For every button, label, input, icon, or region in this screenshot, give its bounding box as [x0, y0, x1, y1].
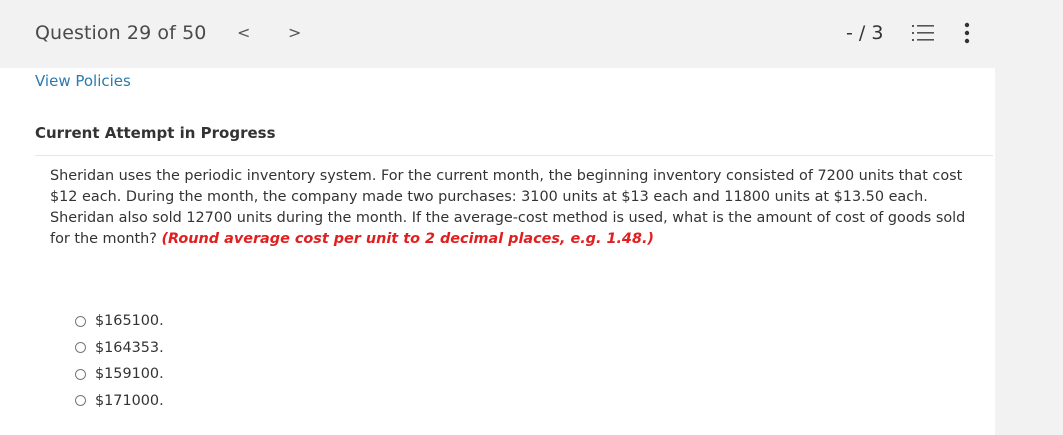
answer-option-4[interactable]: $171000.: [75, 388, 164, 415]
option-label: $165100.: [95, 313, 164, 330]
answer-options: $165100. $164353. $159100. $171000.: [75, 308, 164, 414]
rounding-hint: (Round average cost per unit to 2 decima…: [161, 231, 654, 247]
list-numbered-icon[interactable]: [912, 24, 934, 42]
radio-button[interactable]: [75, 342, 86, 354]
previous-question-button[interactable]: <: [237, 22, 250, 44]
option-label: $164353.: [95, 339, 164, 356]
radio-button[interactable]: [75, 315, 86, 327]
score-display: - / 3: [846, 22, 884, 44]
question-text: Sheridan uses the periodic inventory sys…: [50, 166, 985, 250]
question-counter: Question 29 of 50: [35, 22, 207, 44]
answer-option-3[interactable]: $159100.: [75, 361, 164, 388]
vertical-ellipsis-icon[interactable]: [962, 22, 972, 44]
option-label: $171000.: [95, 392, 164, 409]
radio-button[interactable]: [75, 395, 86, 407]
radio-button[interactable]: [75, 368, 86, 380]
attempt-status: Current Attempt in Progress: [35, 124, 276, 142]
question-content: View Policies Current Attempt in Progres…: [0, 68, 995, 435]
divider: [35, 155, 993, 156]
answer-option-1[interactable]: $165100.: [75, 308, 164, 335]
next-question-button[interactable]: >: [288, 22, 301, 44]
question-header: Question 29 of 50 < > - / 3: [0, 0, 995, 68]
option-label: $159100.: [95, 366, 164, 383]
answer-option-2[interactable]: $164353.: [75, 335, 164, 362]
view-policies-link[interactable]: View Policies: [35, 72, 131, 90]
